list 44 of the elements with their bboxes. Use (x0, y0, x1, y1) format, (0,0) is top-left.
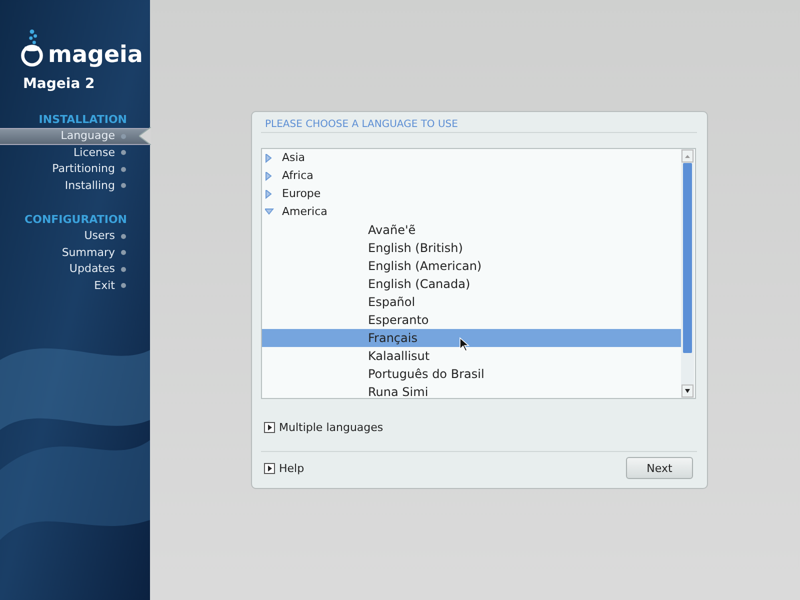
language-item[interactable]: Español (262, 293, 681, 311)
pointer-icon (139, 127, 151, 145)
language-item[interactable]: English (British) (262, 239, 681, 257)
tree-group-item[interactable]: Europe (262, 185, 681, 203)
logo-icon (20, 28, 44, 68)
step-label: Exit (94, 278, 115, 294)
language-item[interactable]: English (Canada) (262, 275, 681, 293)
tree-group-item[interactable]: America (262, 203, 681, 221)
section-title: INSTALLATION (38, 112, 128, 128)
expander-toggle[interactable]: Help (264, 462, 304, 474)
step-label: Partitioning (52, 161, 115, 178)
language-item[interactable]: Français (262, 329, 681, 347)
step-label: License (74, 144, 115, 161)
step-label: Updates (69, 261, 115, 278)
step-dot-icon (121, 283, 126, 288)
language-item[interactable]: Esperanto (262, 311, 681, 329)
step-dot-icon (121, 134, 126, 139)
tree-group-item[interactable]: Africa (262, 167, 681, 185)
expander-icon (264, 462, 275, 474)
step-dot-icon (121, 250, 126, 256)
dialog-title: PLEASE CHOOSE A LANGUAGE TO USE (261, 118, 697, 133)
language-item[interactable]: Runa Simi (262, 383, 681, 398)
product-name: Mageia 2 (23, 76, 96, 92)
next-button[interactable]: Next (626, 457, 693, 479)
step-label: Language (60, 128, 115, 144)
step-dot-icon (121, 183, 126, 188)
section-title: CONFIGURATION (24, 212, 128, 228)
expander-toggle[interactable]: Multiple languages (264, 421, 384, 434)
language-item[interactable]: Kalaallisut (262, 347, 681, 365)
expander-icon (264, 422, 275, 433)
logo-text: mageia (48, 42, 143, 68)
step-dot-icon (121, 266, 126, 272)
step-dot-icon (121, 150, 126, 156)
step-label: Summary (62, 244, 115, 261)
language-item[interactable]: Português do Brasil (262, 365, 681, 383)
collapse-triangle-icon (265, 208, 274, 216)
step-dot-icon (121, 166, 126, 172)
tree-group-item[interactable]: Asia (262, 149, 681, 167)
language-item[interactable]: Avañe'ẽ (262, 221, 681, 239)
step-label: Installing (64, 178, 115, 194)
language-item[interactable]: English (American) (262, 257, 681, 275)
mouse-pointer-icon (459, 337, 470, 352)
step-label: Users (84, 228, 115, 244)
step-dot-icon (121, 234, 126, 239)
